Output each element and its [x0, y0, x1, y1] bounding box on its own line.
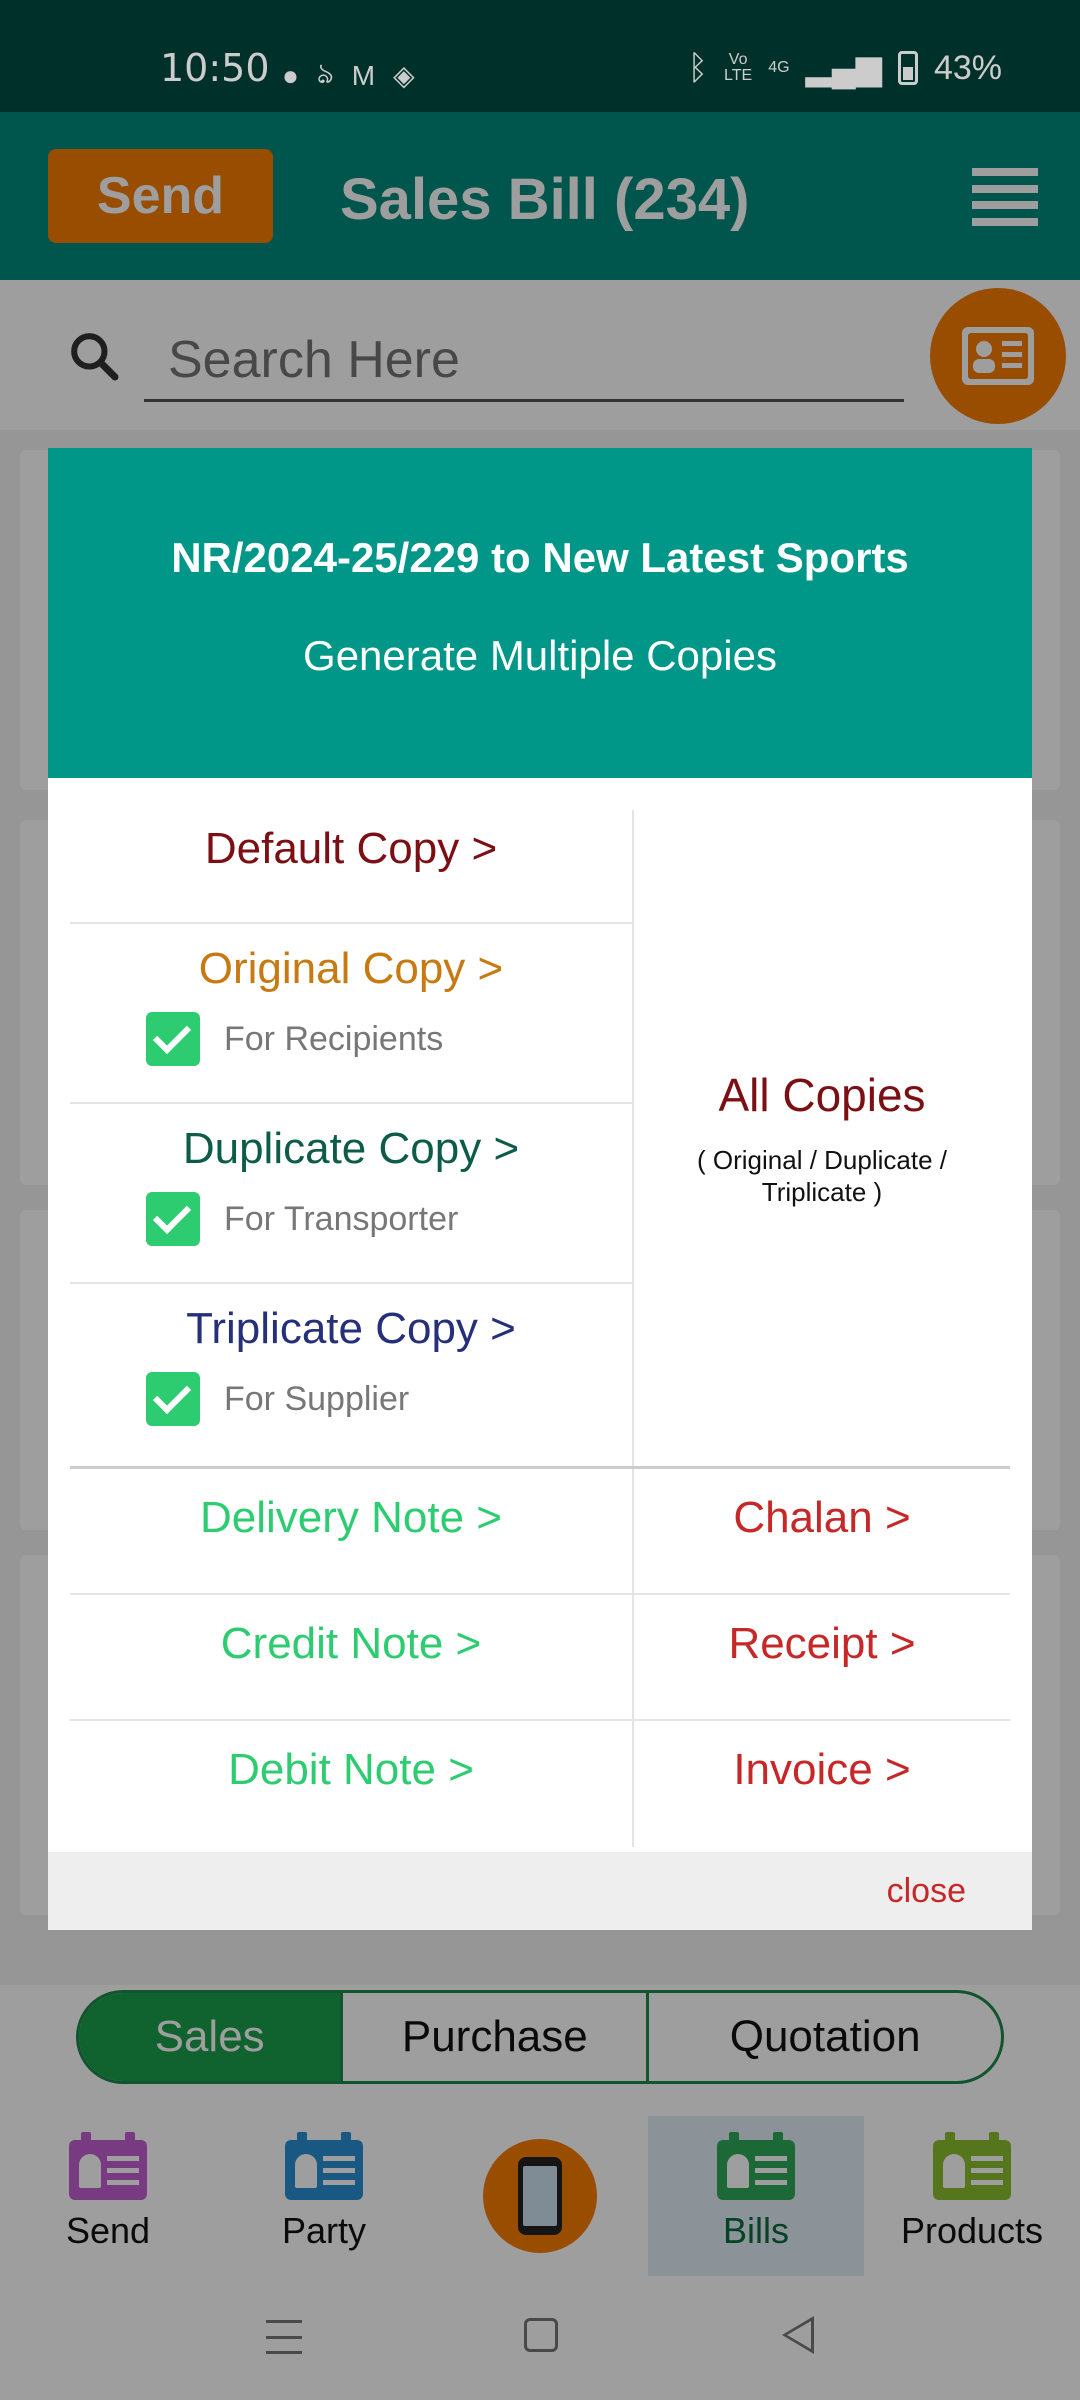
document-row: Delivery Note > Chalan > [70, 1469, 1010, 1595]
all-copies-subtitle: ( Original / Duplicate / Triplicate ) [697, 1145, 947, 1207]
debit-note-link[interactable]: Debit Note > [70, 1721, 632, 1847]
supplier-checkbox-label: For Supplier [224, 1379, 410, 1418]
transporter-checkbox[interactable] [146, 1192, 200, 1246]
chalan-link[interactable]: Chalan > [632, 1469, 1010, 1593]
original-copy-row: Original Copy > For Recipients [70, 924, 632, 1104]
document-row: Debit Note > Invoice > [70, 1721, 1010, 1847]
original-copy-link[interactable]: Original Copy > [70, 944, 632, 994]
transporter-checkbox-label: For Transporter [224, 1199, 459, 1238]
delivery-note-link[interactable]: Delivery Note > [70, 1469, 632, 1593]
close-button[interactable]: close [887, 1872, 966, 1911]
dialog-header: NR/2024-25/229 to New Latest Sports Gene… [48, 448, 1032, 778]
dialog-subtitle: Generate Multiple Copies [303, 632, 777, 679]
copy-options: Default Copy > Original Copy > For Recip… [70, 810, 632, 1466]
triplicate-copy-link[interactable]: Triplicate Copy > [70, 1304, 632, 1354]
all-copies-button[interactable]: All Copies ( Original / Duplicate / Trip… [632, 810, 1010, 1466]
document-links: Delivery Note > Chalan > Credit Note > R… [70, 1469, 1010, 1847]
recipients-checkbox[interactable] [146, 1012, 200, 1066]
invoice-link[interactable]: Invoice > [632, 1721, 1010, 1847]
all-copies-title: All Copies [718, 1069, 926, 1121]
receipt-link[interactable]: Receipt > [632, 1595, 1010, 1719]
default-copy-link[interactable]: Default Copy > [70, 824, 632, 874]
supplier-checkbox[interactable] [146, 1372, 200, 1426]
default-copy-row: Default Copy > [70, 810, 632, 924]
credit-note-link[interactable]: Credit Note > [70, 1595, 632, 1719]
duplicate-copy-row: Duplicate Copy > For Transporter [70, 1104, 632, 1284]
document-row: Credit Note > Receipt > [70, 1595, 1010, 1721]
dialog-title: NR/2024-25/229 to New Latest Sports [171, 534, 909, 581]
recipients-checkbox-label: For Recipients [224, 1019, 444, 1058]
triplicate-copy-row: Triplicate Copy > For Supplier [70, 1284, 632, 1466]
dialog-footer: close [48, 1852, 1032, 1930]
status-scrim [0, 0, 1080, 112]
copies-dialog: NR/2024-25/229 to New Latest Sports Gene… [48, 448, 1032, 1930]
duplicate-copy-link[interactable]: Duplicate Copy > [70, 1124, 632, 1174]
